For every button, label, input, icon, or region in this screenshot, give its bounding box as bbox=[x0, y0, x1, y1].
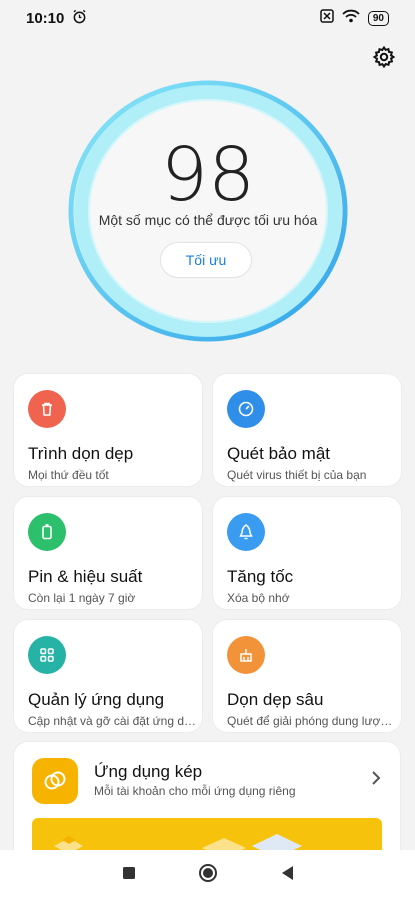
card-subtitle: Còn lại 1 ngày 7 giờ bbox=[28, 591, 136, 605]
trash-icon bbox=[28, 390, 66, 428]
status-bar: 10:10 90 bbox=[0, 0, 415, 36]
card-boost[interactable]: Tăng tốc Xóa bộ nhớ bbox=[213, 497, 401, 609]
card-subtitle: Mọi thứ đều tốt bbox=[28, 468, 109, 482]
card-subtitle: Quét để giải phóng dung lượng... bbox=[227, 714, 399, 728]
card-title: Quét bảo mật bbox=[227, 444, 331, 463]
card-subtitle: Mỗi tài khoản cho mỗi ứng dụng riêng bbox=[94, 784, 296, 798]
wifi-icon bbox=[342, 9, 360, 27]
card-title: Ứng dụng kép bbox=[94, 762, 203, 781]
broom-icon bbox=[227, 636, 265, 674]
card-title: Pin & hiệu suất bbox=[28, 567, 143, 586]
card-title: Quản lý ứng dụng bbox=[28, 690, 165, 709]
rocket-icon bbox=[227, 513, 265, 551]
card-deep-clean[interactable]: Dọn dẹp sâu Quét để giải phóng dung lượn… bbox=[213, 620, 401, 732]
card-security-scan[interactable]: Quét bảo mật Quét virus thiết bị của bạn bbox=[213, 374, 401, 486]
home-icon[interactable] bbox=[198, 863, 218, 888]
score-value: 98 bbox=[160, 132, 256, 218]
battery-indicator: 90 bbox=[367, 10, 389, 26]
card-subtitle: Quét virus thiết bị của bạn bbox=[227, 468, 367, 482]
card-title: Tăng tốc bbox=[227, 567, 294, 586]
settings-gear-icon[interactable] bbox=[371, 44, 397, 70]
back-icon[interactable] bbox=[280, 865, 294, 886]
card-battery[interactable]: Pin & hiệu suất Còn lại 1 ngày 7 giờ bbox=[14, 497, 202, 609]
card-subtitle: Cập nhật và gỡ cài đặt ứng dụng bbox=[28, 714, 200, 728]
clock: 10:10 bbox=[26, 9, 65, 27]
system-nav-bar bbox=[0, 850, 415, 900]
score-message: Một số mục có thể được tối ưu hóa bbox=[98, 212, 318, 228]
recents-icon[interactable] bbox=[122, 866, 136, 885]
score-gauge: 98 Một số mục có thể được tối ưu hóa Tối… bbox=[68, 80, 348, 342]
alarm-icon bbox=[72, 9, 87, 28]
battery-icon bbox=[28, 513, 66, 551]
optimize-button[interactable]: Tối ưu bbox=[160, 242, 252, 278]
card-title: Trình dọn dẹp bbox=[28, 444, 134, 463]
card-title: Dọn dẹp sâu bbox=[227, 690, 324, 709]
sim-off-icon bbox=[320, 9, 334, 27]
card-cleaner[interactable]: Trình dọn dẹp Mọi thứ đều tốt bbox=[14, 374, 202, 486]
card-subtitle: Xóa bộ nhớ bbox=[227, 591, 290, 605]
grid-icon bbox=[28, 636, 66, 674]
card-app-manager[interactable]: Quản lý ứng dụng Cập nhật và gỡ cài đặt … bbox=[14, 620, 202, 732]
dual-app-icon bbox=[32, 758, 78, 804]
timer-icon bbox=[227, 390, 265, 428]
chevron-right-icon bbox=[370, 770, 382, 791]
